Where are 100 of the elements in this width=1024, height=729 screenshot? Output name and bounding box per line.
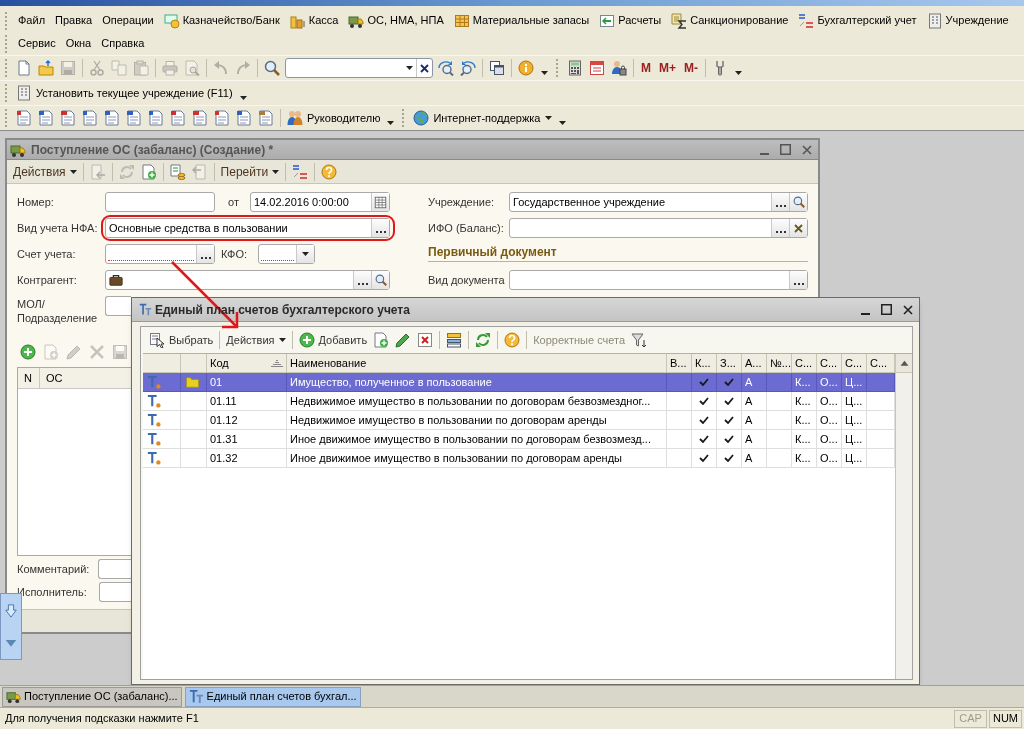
select-button[interactable] bbox=[771, 193, 789, 211]
folder-icon[interactable] bbox=[38, 60, 54, 76]
column-header[interactable]: С... bbox=[792, 354, 817, 372]
dropdown-field[interactable] bbox=[258, 244, 315, 264]
column-header[interactable]: Наименование bbox=[287, 354, 667, 372]
table-row[interactable]: 01.12 Недвижимое имущество в пользовании по договорам аренды А К... О... Ц... bbox=[143, 411, 895, 430]
info-icon[interactable] bbox=[518, 60, 534, 76]
report-icon[interactable] bbox=[16, 110, 32, 126]
menu-button[interactable]: Перейти bbox=[217, 161, 283, 182]
menu-button[interactable]: Интернет-поддержка bbox=[410, 108, 555, 128]
maximize-icon[interactable] bbox=[881, 304, 892, 315]
column-header[interactable]: В... bbox=[667, 354, 692, 372]
search-button[interactable] bbox=[371, 271, 389, 289]
report-icon[interactable] bbox=[148, 110, 164, 126]
text-field[interactable] bbox=[105, 244, 215, 264]
text-field[interactable]: 14.02.2016 0:00:00 bbox=[250, 192, 390, 212]
memory-button[interactable]: M- bbox=[680, 58, 702, 78]
menu-item[interactable]: Касса bbox=[284, 10, 344, 31]
text-field[interactable]: Государственное учреждение bbox=[509, 192, 808, 212]
report-icon[interactable] bbox=[60, 110, 76, 126]
text-field[interactable] bbox=[99, 582, 133, 602]
calculator-icon[interactable] bbox=[567, 60, 583, 76]
caret-icon[interactable] bbox=[735, 71, 742, 75]
column-header[interactable]: ОС bbox=[40, 368, 133, 388]
menu-item[interactable]: Расчеты bbox=[594, 10, 667, 31]
windows-icon[interactable] bbox=[489, 60, 505, 76]
help-icon[interactable] bbox=[321, 163, 338, 180]
filter-icon[interactable] bbox=[631, 332, 648, 348]
dropdown-button[interactable] bbox=[296, 245, 314, 263]
menu-item[interactable]: Бухгалтерский учет bbox=[793, 10, 922, 31]
report-icon[interactable] bbox=[82, 110, 98, 126]
document-icon[interactable] bbox=[16, 60, 32, 76]
search-button[interactable] bbox=[789, 193, 807, 211]
menu-item[interactable]: Окна bbox=[60, 33, 97, 54]
delete-icon[interactable] bbox=[417, 332, 434, 348]
column-header[interactable]: №... bbox=[767, 354, 792, 372]
column-header[interactable]: Код bbox=[207, 354, 287, 372]
taskbar-button[interactable]: Поступление ОС (забаланс)... bbox=[2, 686, 182, 707]
report-icon[interactable] bbox=[192, 110, 208, 126]
toolbar-button[interactable]: Установить текущее учреждение (F11) bbox=[13, 83, 236, 103]
clear-button[interactable] bbox=[789, 219, 807, 237]
report-icon[interactable] bbox=[258, 110, 274, 126]
magnifier-arrow-icon[interactable] bbox=[460, 60, 476, 76]
document-plus-icon[interactable] bbox=[140, 163, 157, 180]
rows-icon[interactable] bbox=[446, 332, 463, 348]
memory-button[interactable]: M+ bbox=[655, 58, 680, 78]
text-field[interactable] bbox=[105, 270, 390, 290]
toolbar-button[interactable]: Выбрать bbox=[146, 330, 217, 350]
scroll-up-button[interactable] bbox=[896, 354, 912, 373]
user-lock-icon[interactable] bbox=[611, 60, 627, 76]
column-header[interactable]: З... bbox=[717, 354, 742, 372]
lines-icon[interactable] bbox=[292, 163, 309, 180]
magnifier-arrow-icon[interactable] bbox=[438, 60, 454, 76]
report-icon[interactable] bbox=[170, 110, 186, 126]
column-header[interactable]: А... bbox=[742, 354, 767, 372]
select-button[interactable] bbox=[771, 219, 789, 237]
text-field[interactable] bbox=[105, 296, 131, 316]
table-row[interactable]: 01 Имущество, полученное в пользование А К... О... Ц... bbox=[143, 373, 895, 392]
toolbar-button[interactable]: Добавить bbox=[295, 330, 371, 350]
text-field[interactable] bbox=[509, 270, 808, 290]
report-icon[interactable] bbox=[214, 110, 230, 126]
select-button[interactable] bbox=[789, 271, 807, 289]
report-icon[interactable] bbox=[38, 110, 54, 126]
caret-icon[interactable] bbox=[239, 96, 247, 100]
menu-item[interactable]: Казначейство/Банк bbox=[158, 10, 285, 31]
menu-button[interactable]: Действия bbox=[223, 330, 289, 350]
document-coins-icon[interactable] bbox=[169, 163, 186, 180]
column-header[interactable]: С... bbox=[817, 354, 842, 372]
menu-item[interactable]: Файл bbox=[13, 10, 51, 31]
calendar-icon[interactable] bbox=[589, 60, 605, 76]
text-field[interactable]: Основные средства в пользовании bbox=[105, 218, 390, 238]
report-icon[interactable] bbox=[236, 110, 252, 126]
menu-button[interactable]: Действия bbox=[10, 161, 80, 182]
menu-item[interactable]: Санкционирование bbox=[666, 10, 794, 31]
column-header[interactable]: С... bbox=[842, 354, 867, 372]
table-row[interactable]: 01.32 Иное движимое имущество в пользовании по договорам аренды А К... О... Ц... bbox=[143, 449, 895, 468]
close-icon[interactable] bbox=[903, 304, 913, 315]
select-button[interactable] bbox=[371, 219, 389, 237]
taskbar-button[interactable]: Единый план счетов бухгал... bbox=[184, 686, 361, 707]
column-header[interactable]: К... bbox=[692, 354, 717, 372]
toolbar-grip[interactable] bbox=[402, 109, 405, 127]
caret-icon[interactable] bbox=[387, 121, 395, 125]
menu-item[interactable]: Материальные запасы bbox=[448, 10, 595, 31]
memory-button[interactable]: M bbox=[637, 58, 655, 78]
toolbar-button[interactable]: Руководителю bbox=[284, 108, 384, 128]
plus-icon[interactable] bbox=[20, 344, 36, 360]
caret-icon[interactable] bbox=[541, 71, 548, 75]
calendar-button[interactable] bbox=[371, 193, 389, 211]
select-button[interactable] bbox=[353, 271, 371, 289]
menu-item[interactable]: ОС, НМА, НПА bbox=[343, 10, 449, 31]
pencil-icon[interactable] bbox=[395, 332, 412, 348]
select-button[interactable] bbox=[196, 245, 214, 263]
report-icon[interactable] bbox=[126, 110, 142, 126]
menu-item[interactable]: Правка bbox=[50, 10, 98, 31]
help-icon[interactable] bbox=[504, 332, 521, 348]
refresh-icon[interactable] bbox=[475, 332, 492, 348]
table-row[interactable]: 01.11 Недвижимое имущество в пользовании по договорам безвозмездног... А К... О... Ц... bbox=[143, 392, 895, 411]
menu-item[interactable]: Справка bbox=[96, 33, 150, 54]
table-row[interactable]: 01.31 Иное движимое имущество в пользовании по договорам безвозмезд... А К... О... Ц... bbox=[143, 430, 895, 449]
report-icon[interactable] bbox=[104, 110, 120, 126]
